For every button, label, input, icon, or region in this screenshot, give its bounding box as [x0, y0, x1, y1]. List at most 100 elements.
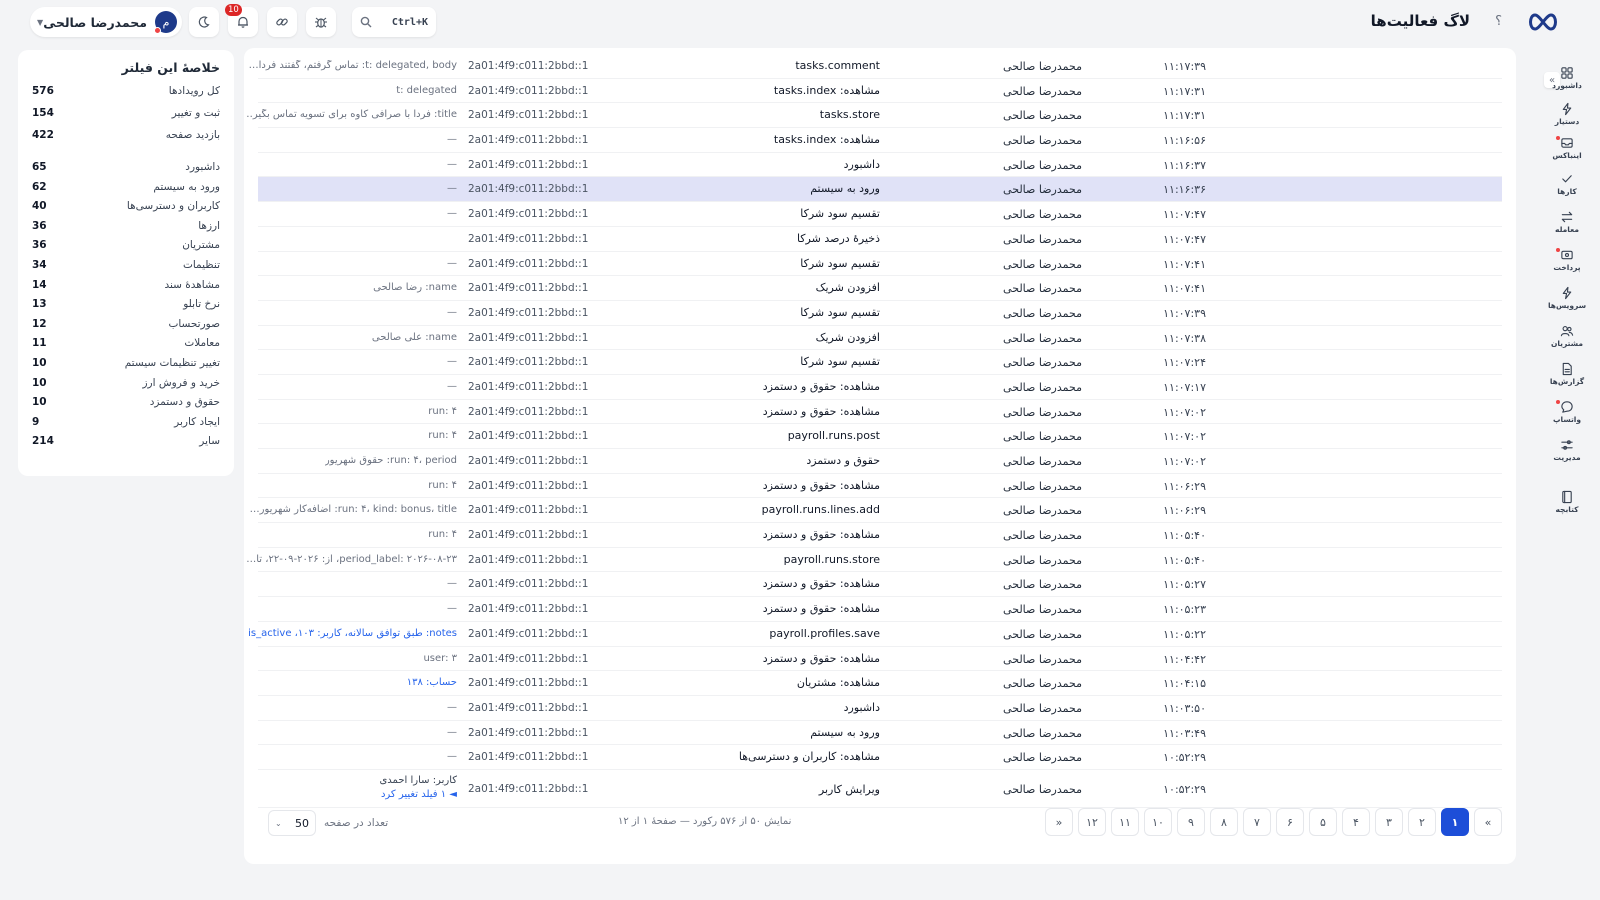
row-ip: 2a01:4f9:c011:2bbd::1: [468, 479, 589, 492]
summary-label: مشاهدهٔ سند: [164, 278, 220, 291]
table-row[interactable]: ۱۱:۱۷:۳۱ محمدرضا صالحی مشاهده: tasks.index…: [258, 79, 1502, 104]
check-icon: [1562, 175, 1572, 183]
table-row[interactable]: ۱۰:۵۲:۲۹ محمدرضا صالحی ویرایش کاربر 2a01:4f…: [258, 770, 1502, 808]
table-row[interactable]: ۱۱:۰۴:۱۵ محمدرضا صالحی مشاهده: مشتریان 2a01…: [258, 671, 1502, 696]
wallet-icon: [1561, 250, 1573, 260]
row-ip: 2a01:4f9:c011:2bbd::1: [468, 603, 589, 616]
row-ip: 2a01:4f9:c011:2bbd::1: [468, 282, 589, 295]
table-row[interactable]: ۱۱:۰۳:۴۹ محمدرضا صالحی ورود به سیستم 2a01:4…: [258, 721, 1502, 746]
sidebar-item-8[interactable]: گزارش‌ها: [1550, 362, 1584, 386]
row-ip: 2a01:4f9:c011:2bbd::1: [468, 652, 589, 665]
table-row[interactable]: ۱۱:۰۷:۴۷ محمدرضا صالحی ذخیرهٔ درصد شرکا 2a0…: [258, 227, 1502, 252]
sidebar-item-4[interactable]: معامله: [1550, 210, 1584, 234]
table-row[interactable]: ۱۱:۰۶:۲۹ محمدرضا صالحی payroll.runs.lines.…: [250, 498, 1502, 524]
sidebar-item-1[interactable]: دستیار: [1550, 102, 1584, 126]
sidebar-item-6[interactable]: سرویس‌ها: [1548, 286, 1586, 310]
table-row[interactable]: ۱۱:۰۷:۲۴ محمدرضا صالحی تقسیم سود شرکا 2a01:…: [258, 350, 1502, 375]
table-row[interactable]: ۱۱:۰۳:۵۰ محمدرضا صالحی داشبورد 2a01:4f9:c01…: [258, 696, 1502, 721]
table-row[interactable]: ۱۱:۰۵:۴۰ محمدرضا صالحی مشاهده: حقوق و دستم…: [258, 523, 1502, 548]
row-details[interactable]: حساب: ۱۳۸: [407, 677, 457, 688]
page-button[interactable]: ۱۲: [1078, 808, 1106, 836]
sidebar-item-11[interactable]: کتابچه: [1550, 490, 1584, 514]
infinity-logo-icon[interactable]: [1526, 11, 1560, 33]
table-row[interactable]: ۱۱:۰۷:۴۱ محمدرضا صالحی افزودن شریک 2a01:4f9…: [258, 276, 1502, 301]
page-button[interactable]: ۳: [1375, 808, 1403, 836]
page-button[interactable]: «: [1474, 808, 1502, 836]
summary-value: 13: [32, 298, 47, 311]
link-button[interactable]: [267, 7, 297, 37]
search-button[interactable]: Ctrl+K: [352, 7, 436, 37]
notification-dot: [1556, 136, 1560, 140]
row-details[interactable]: notes: طبق توافق سالانه، کاربر: ۱۰۳، is_…: [247, 628, 457, 639]
summary-row: نرخ تابلو 13: [32, 298, 220, 318]
table-row[interactable]: ۱۱:۰۷:۳۸ محمدرضا صالحی افزودن شریک 2a01:4f9…: [258, 326, 1502, 351]
table-row[interactable]: ۱۱:۰۶:۲۹ محمدرضا صالحی مشاهده: حقوق و دستم…: [258, 474, 1502, 499]
row-details: —: [447, 134, 457, 146]
sidebar-item-2[interactable]: اینباکس: [1550, 136, 1584, 160]
table-row[interactable]: ۱۱:۰۷:۱۷ محمدرضا صالحی مشاهده: حقوق و دستم…: [258, 375, 1502, 400]
page-button[interactable]: ۱۱: [1111, 808, 1139, 836]
row-details: user: ۳: [423, 652, 457, 664]
table-row[interactable]: ۱۱:۱۷:۳۱ محمدرضا صالحی tasks.store 2a01:4f9…: [247, 103, 1502, 129]
page-button[interactable]: ۲: [1408, 808, 1436, 836]
table-row[interactable]: ۱۱:۰۷:۳۹ محمدرضا صالحی تقسیم سود شرکا 2a01:…: [258, 301, 1502, 326]
row-user: محمدرضا صالحی: [1003, 479, 1082, 493]
table-row[interactable]: ۱۱:۰۷:۴۱ محمدرضا صالحی تقسیم سود شرکا 2a01:…: [258, 252, 1502, 277]
sidebar-item-9[interactable]: واتساپ: [1550, 400, 1584, 424]
help-icon[interactable]: ؟: [1495, 14, 1502, 29]
summary-row: تنظیمات 34: [32, 259, 220, 279]
page-button[interactable]: ۶: [1276, 808, 1304, 836]
sidebar-item-7[interactable]: مشتریان: [1550, 324, 1584, 348]
bug-report-button[interactable]: [306, 7, 336, 37]
per-page-select[interactable]: ⌄ 50: [268, 810, 316, 836]
sidebar-item-0[interactable]: داشبورد: [1550, 66, 1584, 90]
page-button[interactable]: ۹: [1177, 808, 1205, 836]
theme-toggle-button[interactable]: [189, 7, 219, 37]
summary-row: حقوق و دستمزد 10: [32, 396, 220, 416]
row-time: ۱۰:۵۲:۲۹: [1163, 751, 1206, 765]
summary-label: داشبورد: [185, 161, 220, 173]
table-row[interactable]: ۱۱:۰۵:۲۷ محمدرضا صالحی مشاهده: حقوق و دستم…: [258, 572, 1502, 598]
page-button[interactable]: ۵: [1309, 808, 1337, 836]
page-button[interactable]: ۷: [1243, 808, 1271, 836]
row-ip: 2a01:4f9:c011:2bbd::1: [468, 380, 589, 393]
summary-value: 154: [32, 107, 54, 119]
table-row[interactable]: ۱۱:۰۵:۲۲ محمدرضا صالحی payroll.profiles.sa…: [247, 622, 1502, 647]
page-button[interactable]: ۱۰: [1144, 808, 1172, 836]
summary-value: 10: [32, 396, 47, 409]
user-menu[interactable]: م محمدرضا صالحی ▼: [30, 7, 182, 37]
page-button[interactable]: ۴: [1342, 808, 1370, 836]
table-row[interactable]: ۱۰:۵۲:۲۹ محمدرضا صالحی مشاهده: کاربران و د…: [258, 745, 1502, 770]
notifications-button[interactable]: 10: [225, 4, 258, 37]
summary-row: سایر 214: [32, 435, 220, 455]
summary-row: کاربران و دسترسی‌ها 40: [32, 200, 220, 220]
changed-fields-toggle[interactable]: ◄ ۱ فیلد تغییر کرد: [379, 789, 457, 800]
row-details: —: [447, 751, 457, 763]
table-row[interactable]: ۱۱:۱۷:۳۹ محمدرضا صالحی tasks.comment 2a01:4…: [249, 54, 1502, 79]
table-row[interactable]: ۱۱:۱۶:۳۷ محمدرضا صالحی داشبورد 2a01:4f9:c01…: [258, 153, 1502, 178]
table-row[interactable]: ۱۱:۱۶:۳۶ محمدرضا صالحی ورود به سیستم 2a01:4…: [258, 177, 1502, 203]
row-ip: 2a01:4f9:c011:2bbd::1: [468, 109, 589, 122]
table-row[interactable]: ۱۱:۰۷:۰۲ محمدرضا صالحی payroll.runs.post 2a…: [258, 424, 1502, 449]
table-row[interactable]: ۱۱:۰۴:۴۲ محمدرضا صالحی مشاهده: حقوق و دستم…: [258, 647, 1502, 672]
summary-label: ثبت و تغییر: [171, 107, 220, 119]
table-row[interactable]: ۱۱:۰۵:۲۳ محمدرضا صالحی مشاهده: حقوق و دستم…: [258, 597, 1502, 622]
sidebar-item-label: کارها: [1557, 187, 1577, 196]
page-button[interactable]: »: [1045, 808, 1073, 836]
table-row[interactable]: ۱۱:۰۵:۴۰ محمدرضا صالحی payroll.runs.store 2…: [247, 548, 1502, 573]
table-row[interactable]: ۱۱:۰۷:۰۲ محمدرضا صالحی حقوق و دستمزد 2a01:4…: [258, 449, 1502, 474]
page-button[interactable]: ۱: [1441, 808, 1469, 836]
sidebar-item-10[interactable]: مدیریت: [1550, 438, 1584, 462]
row-time: ۱۱:۰۷:۰۲: [1163, 405, 1206, 419]
table-row[interactable]: ۱۱:۰۷:۴۷ محمدرضا صالحی تقسیم سود شرکا 2a01:…: [258, 202, 1502, 227]
page-button[interactable]: ۸: [1210, 808, 1238, 836]
row-time: ۱۱:۰۷:۴۷: [1163, 208, 1206, 222]
row-user: محمدرضا صالحی: [1003, 553, 1082, 567]
row-details: run: ۴: [428, 405, 457, 417]
bug-icon: [315, 17, 327, 28]
row-ip: 2a01:4f9:c011:2bbd::1: [468, 257, 589, 270]
table-row[interactable]: ۱۱:۰۷:۰۲ محمدرضا صالحی مشاهده: حقوق و دستم…: [258, 400, 1502, 425]
sidebar-item-3[interactable]: کارها: [1550, 172, 1584, 196]
table-row[interactable]: ۱۱:۱۶:۵۶ محمدرضا صالحی مشاهده: tasks.index…: [258, 128, 1502, 153]
sidebar-item-5[interactable]: پرداخت: [1550, 248, 1584, 272]
